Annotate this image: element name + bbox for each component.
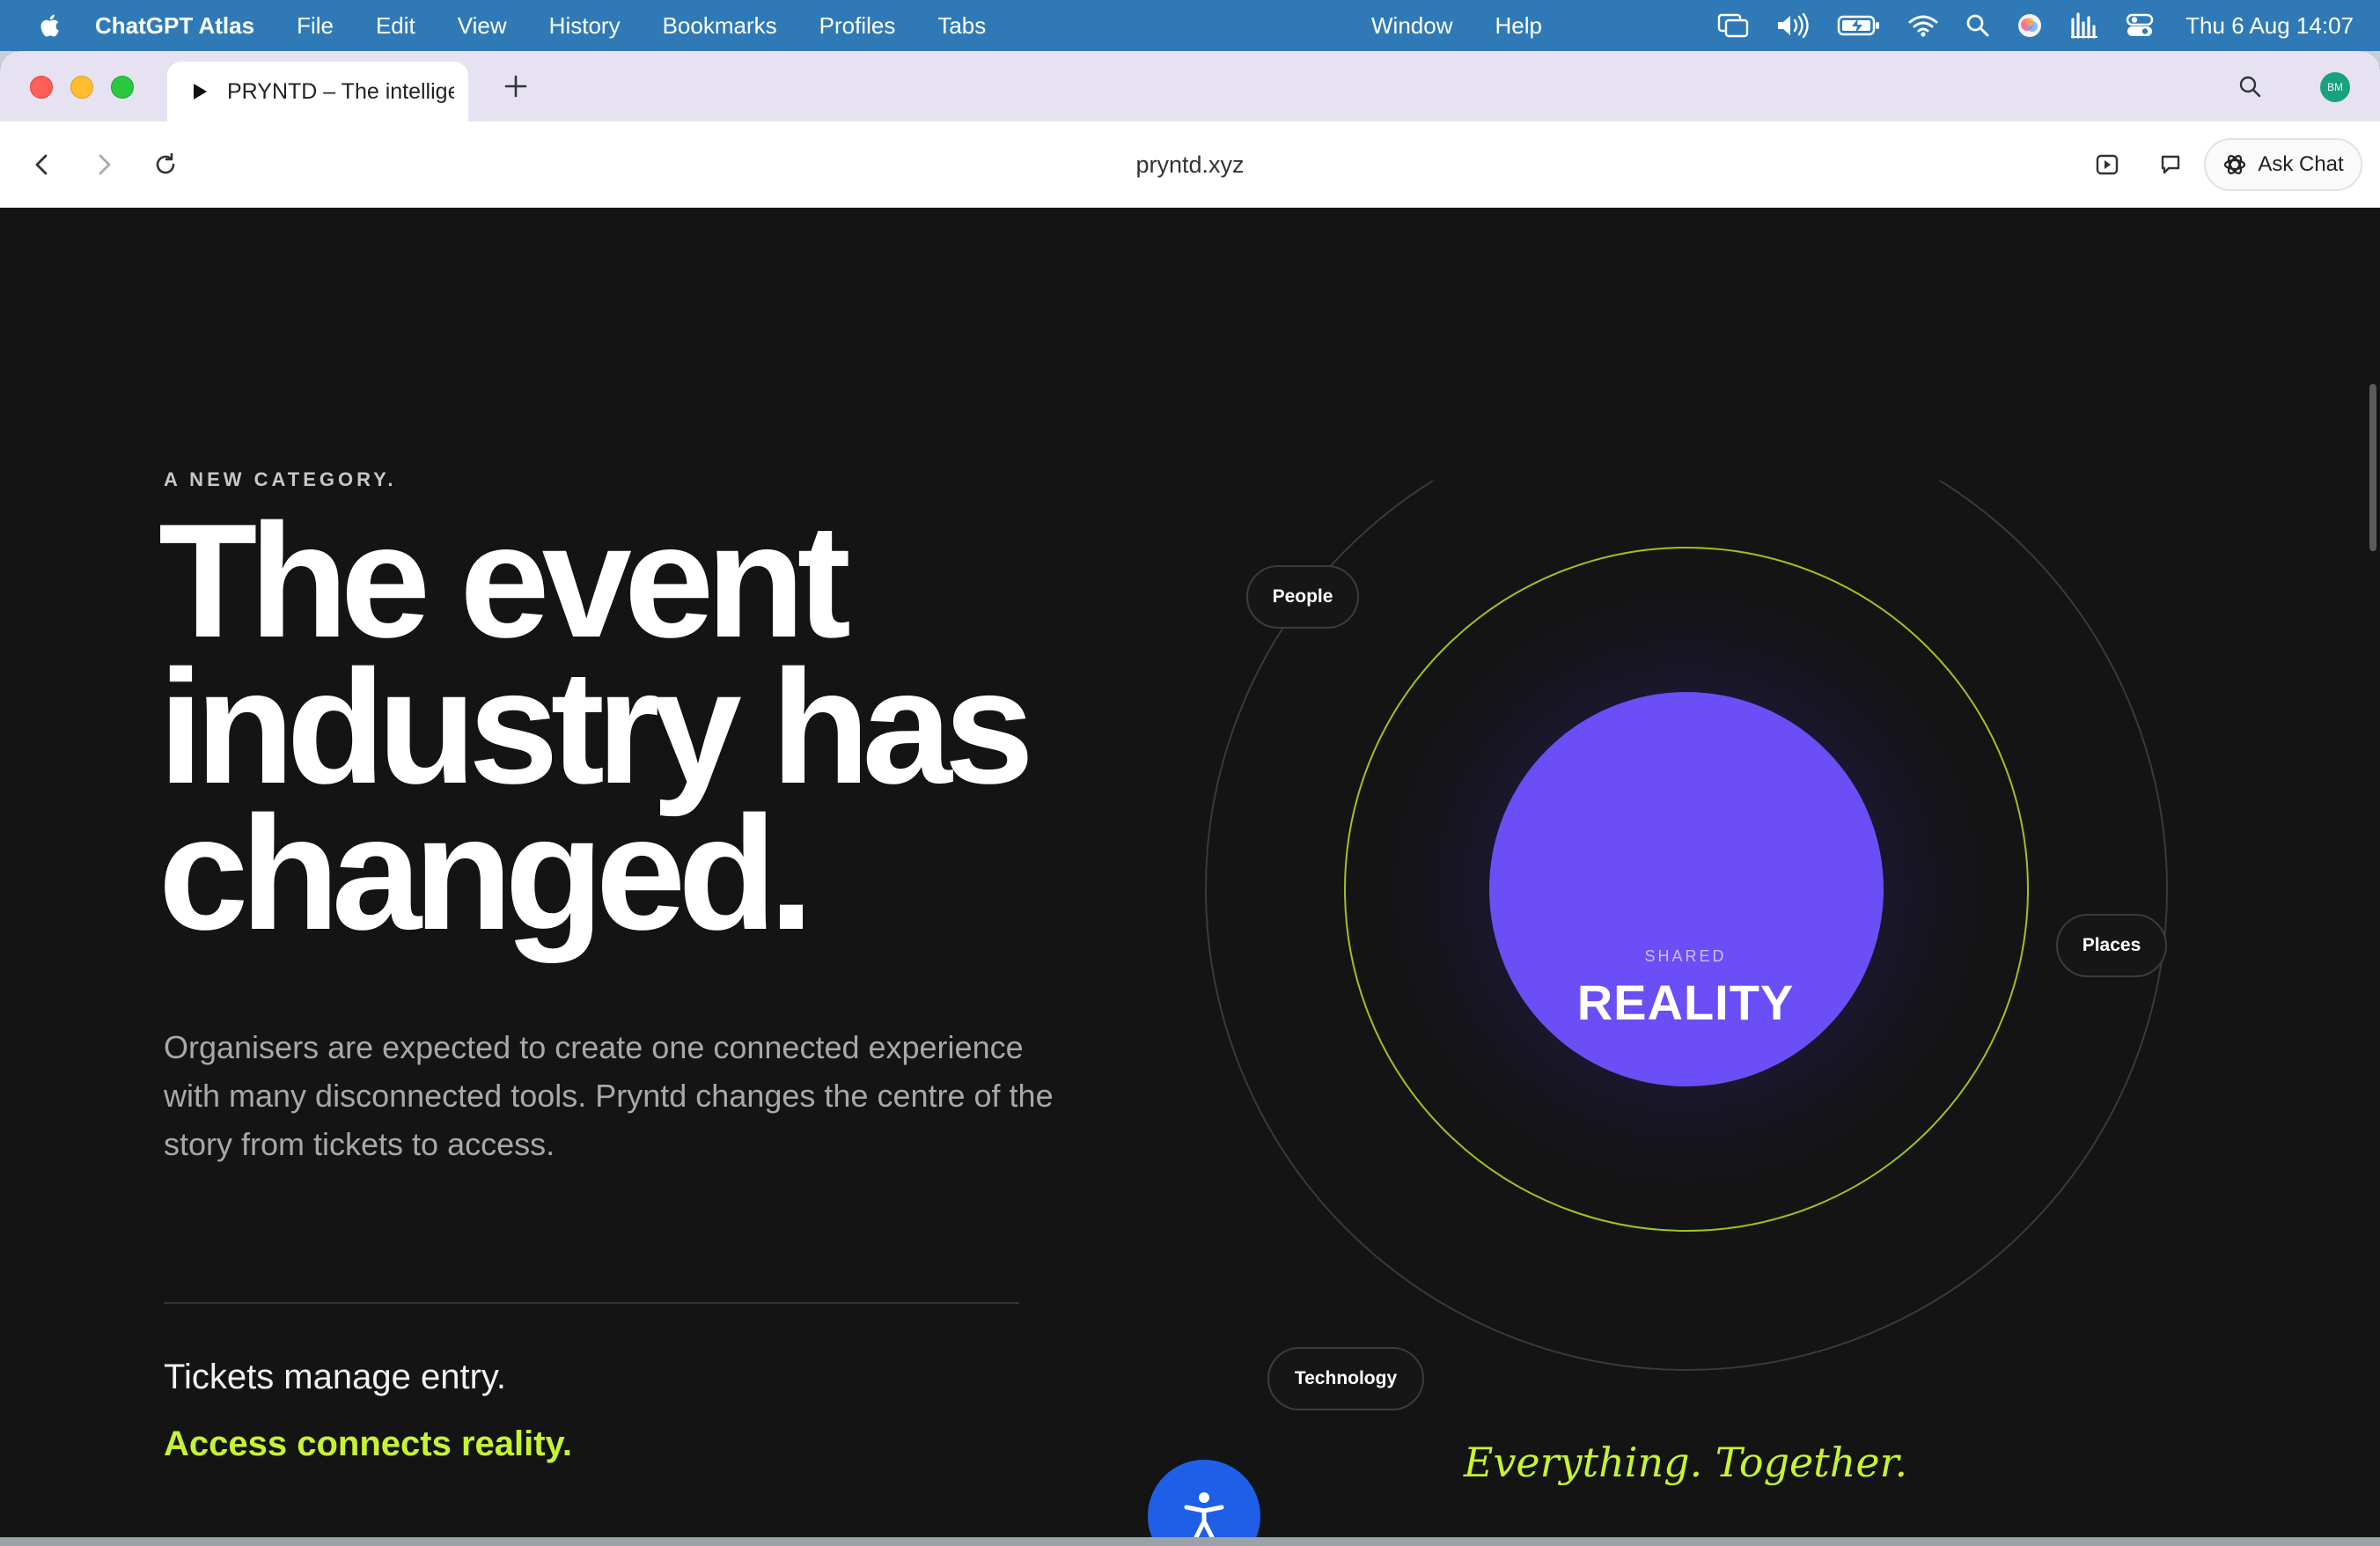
spotlight-icon[interactable] (1965, 13, 1990, 38)
menu-window[interactable]: Window (1371, 12, 1452, 40)
back-icon[interactable] (26, 149, 58, 180)
audio-meter-icon[interactable] (2069, 12, 2099, 39)
node-technology: Technology (1267, 1347, 1424, 1410)
headline-line-1: The event (158, 490, 851, 671)
reload-icon[interactable] (150, 149, 181, 180)
forward-icon[interactable] (88, 149, 120, 180)
sidebar-chat-icon[interactable] (2155, 149, 2186, 180)
menu-edit[interactable]: Edit (376, 12, 415, 40)
menu-app-name[interactable]: ChatGPT Atlas (95, 12, 254, 40)
new-tab-button[interactable] (500, 70, 532, 102)
hero-headline: The event industry has changed. (158, 490, 1127, 963)
section-divider (164, 1302, 1019, 1304)
siri-icon[interactable] (2016, 12, 2043, 39)
core-label-small: SHARED (1644, 947, 1727, 965)
battery-icon[interactable] (1837, 13, 1881, 38)
menu-help[interactable]: Help (1495, 12, 1541, 40)
browser-window: PRYNTD – The intelligent BM pryntd.xyz A… (0, 51, 2380, 1546)
minimize-window-button[interactable] (70, 76, 93, 99)
pryntd-favicon-icon (190, 82, 209, 101)
hero-subcopy: Organisers are expected to create one co… (164, 1029, 1054, 1162)
menu-bar: ChatGPT Atlas File Edit View History Boo… (0, 0, 2380, 51)
headline-line-2: industry has (158, 636, 1034, 817)
menu-profiles[interactable]: Profiles (819, 12, 896, 40)
headline-line-3: changed. (158, 782, 814, 963)
web-page: A NEW CATEGORY. The event industry has c… (0, 208, 2380, 1546)
tagline: Everything. Together. (1463, 1439, 1908, 1486)
ask-chat-label: Ask Chat (2258, 152, 2344, 176)
menu-file[interactable]: File (297, 12, 334, 40)
ask-chat-button[interactable]: Ask Chat (2204, 138, 2362, 191)
profile-avatar[interactable]: BM (2320, 72, 2350, 102)
tab-title: PRYNTD – The intelligent (227, 78, 454, 104)
tab-pryntd[interactable]: PRYNTD – The intelligent (167, 62, 468, 121)
menu-tabs[interactable]: Tabs (937, 12, 986, 40)
volume-icon[interactable] (1775, 12, 1811, 39)
page-scrollbar[interactable] (2369, 384, 2376, 551)
menu-view[interactable]: View (458, 12, 507, 40)
wifi-icon[interactable] (1907, 13, 1939, 38)
apple-logo-icon[interactable] (39, 12, 63, 39)
accessibility-icon (1179, 1490, 1229, 1542)
screen-mirroring-icon[interactable] (1717, 12, 1749, 39)
core-label-big: REALITY (1576, 975, 1795, 1030)
window-bottom-edge (0, 1537, 2380, 1546)
menu-bookmarks[interactable]: Bookmarks (663, 12, 777, 40)
node-people: People (1246, 565, 1359, 629)
menubar-clock[interactable]: Thu 6 Aug 14:07 (2185, 12, 2354, 40)
access-statement: Access connects reality. (164, 1425, 572, 1463)
tab-search-icon[interactable] (2234, 70, 2266, 102)
tab-bar: PRYNTD – The intelligent BM (0, 51, 2380, 121)
reader-icon[interactable] (2091, 149, 2123, 180)
zoom-window-button[interactable] (111, 76, 134, 99)
tickets-statement: Tickets manage entry. (164, 1358, 507, 1396)
openai-logo-icon (2222, 152, 2247, 177)
node-places: Places (2056, 914, 2167, 977)
close-window-button[interactable] (30, 76, 53, 99)
eyebrow-label: A NEW CATEGORY. (164, 468, 397, 490)
address-bar[interactable]: pryntd.xyz (968, 146, 1412, 183)
control-center-icon[interactable] (2126, 12, 2154, 39)
browser-toolbar: pryntd.xyz Ask Chat (0, 121, 2380, 208)
menu-history[interactable]: History (549, 12, 621, 40)
